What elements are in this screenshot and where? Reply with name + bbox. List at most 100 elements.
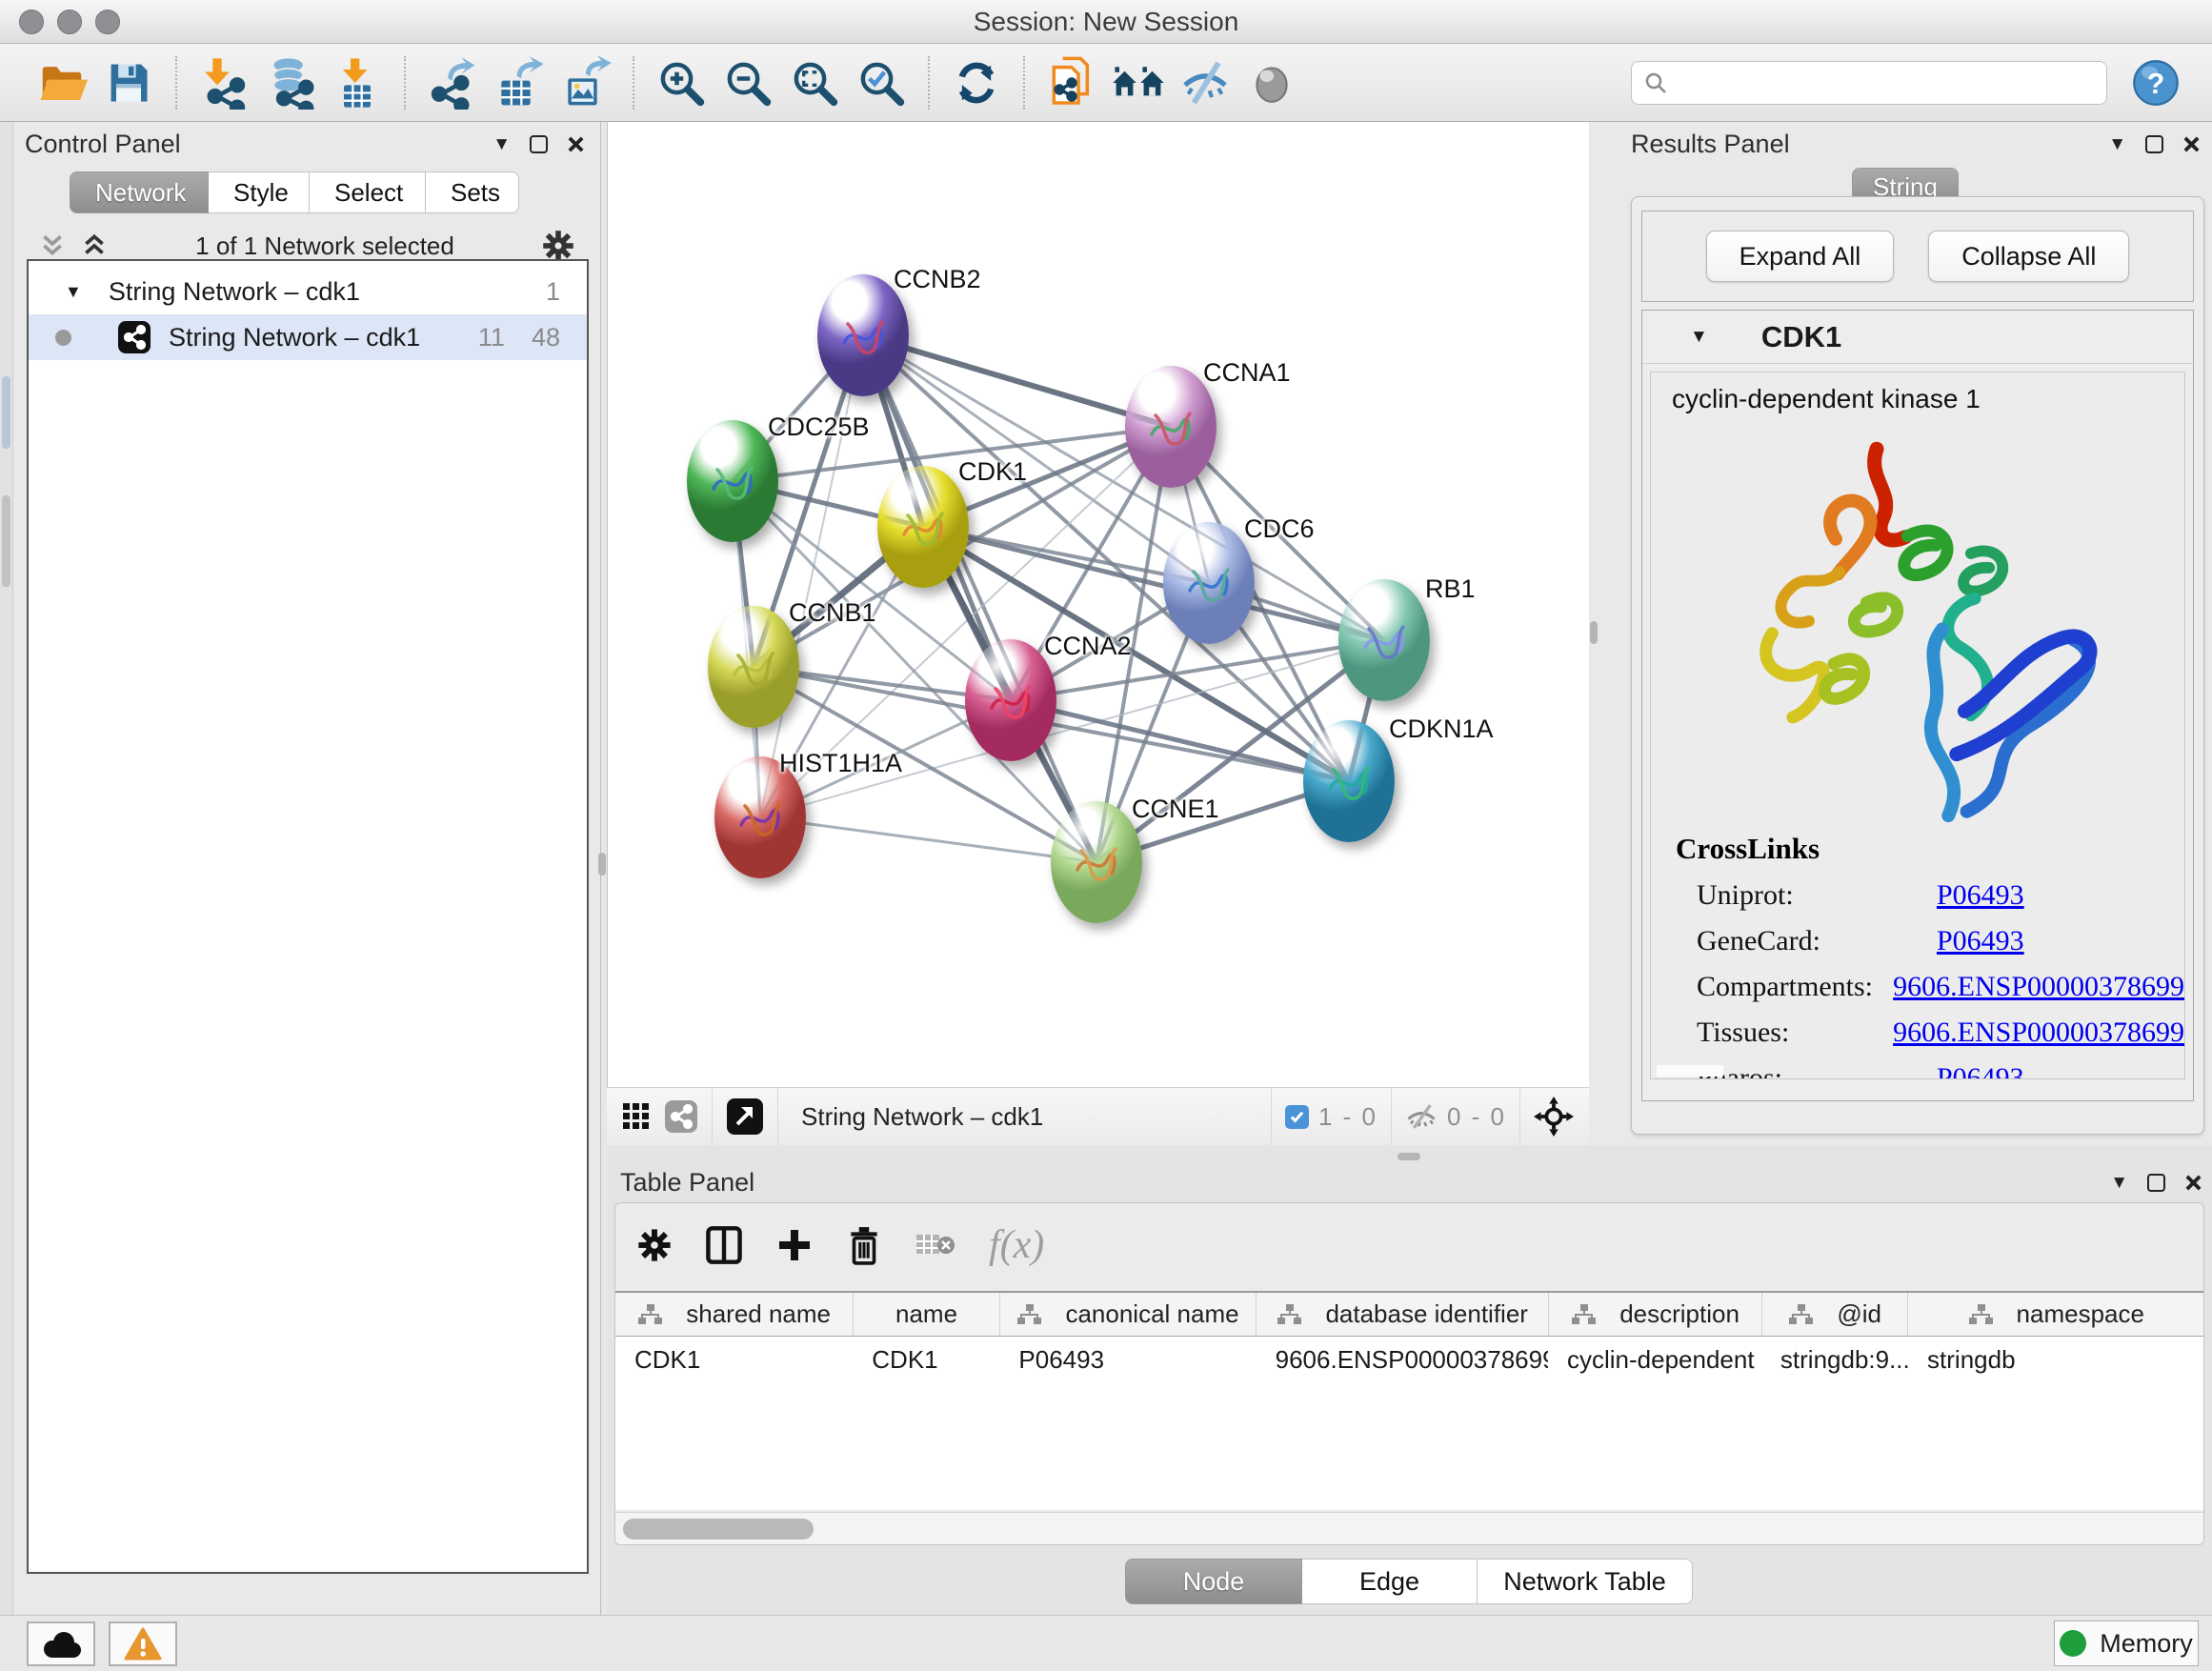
column-header-name[interactable]: name [853, 1293, 999, 1336]
selected-nodes-checkbox[interactable] [1285, 1105, 1309, 1129]
help-button[interactable]: ? [2128, 55, 2183, 111]
zoom-selected-button[interactable] [854, 55, 909, 111]
crosslink-link[interactable]: P06493 [1937, 879, 2024, 912]
birds-eye-view-icon[interactable] [664, 1099, 698, 1134]
gene-section-header[interactable]: ▼ CDK1 [1642, 311, 2193, 364]
zoom-in-button[interactable] [654, 55, 709, 111]
delete-column-icon[interactable] [846, 1225, 882, 1265]
table-horizontal-scrollbar[interactable] [615, 1512, 2203, 1544]
cloud-status-button[interactable] [27, 1621, 95, 1666]
tab-sets[interactable]: Sets [426, 171, 519, 213]
hidden-eye-slash-icon[interactable] [1405, 1102, 1438, 1131]
tab-network-table[interactable]: Network Table [1478, 1559, 1693, 1604]
collapse-section-icon[interactable]: ▼ [1690, 327, 1708, 348]
minimize-window-button[interactable] [57, 10, 82, 34]
crosslink-link[interactable]: P06493 [1937, 925, 2024, 957]
apply-function-icon[interactable]: f(x) [989, 1222, 1044, 1268]
show-columns-icon[interactable] [705, 1225, 743, 1265]
export-table-button[interactable] [492, 55, 547, 111]
cell-namespace[interactable]: stringdb [1908, 1337, 2203, 1382]
network-node-cdc25b[interactable] [687, 420, 778, 542]
column-header-namespace[interactable]: namespace [1907, 1293, 2203, 1336]
tab-edge-table[interactable]: Edge Table [1302, 1559, 1478, 1604]
column-header-description[interactable]: description [1548, 1293, 1761, 1336]
warnings-button[interactable] [109, 1621, 177, 1666]
float-panel-icon[interactable] [2145, 135, 2163, 153]
close-panel-icon[interactable] [2184, 1174, 2202, 1192]
import-network-from-database-button[interactable] [263, 55, 318, 111]
hide-selected-button[interactable] [1177, 55, 1233, 111]
save-session-button[interactable] [101, 55, 156, 111]
search-box[interactable] [1631, 61, 2107, 105]
network-node-cdc6[interactable] [1163, 522, 1255, 644]
network-edges[interactable] [608, 122, 1590, 1087]
zoom-window-button[interactable] [95, 10, 120, 34]
refresh-view-button[interactable] [949, 55, 1004, 111]
collapse-panel-icon[interactable]: ▼ [2108, 134, 2126, 155]
network-node-ccne1[interactable] [1051, 801, 1142, 923]
network-node-cdkn1a[interactable] [1303, 720, 1395, 842]
network-view-canvas[interactable]: CCNB2CCNA1CDC25BCDK1CDC6RB1CCNB1CCNA2CDK… [607, 122, 1589, 1087]
expand-all-button[interactable]: Expand All [1706, 231, 1895, 282]
network-edge[interactable] [863, 335, 1171, 427]
network-edge[interactable] [760, 335, 863, 817]
tab-network[interactable]: Network [70, 171, 209, 213]
import-network-from-file-button[interactable] [196, 55, 251, 111]
clone-network-button[interactable] [1044, 55, 1099, 111]
splitter-grip[interactable] [1590, 621, 1598, 644]
network-edge[interactable] [863, 335, 1096, 862]
network-edge[interactable] [760, 817, 1096, 862]
column-header-id[interactable]: @id [1761, 1293, 1908, 1336]
collapse-panel-icon[interactable]: ▼ [2110, 1173, 2128, 1194]
cell-shared-name[interactable]: CDK1 [615, 1337, 853, 1382]
network-node-ccnb1[interactable] [708, 606, 799, 728]
tab-node-table[interactable]: Node Table [1125, 1559, 1302, 1604]
zoom-out-button[interactable] [720, 55, 775, 111]
create-column-icon[interactable] [775, 1226, 814, 1264]
cell-description[interactable]: cyclin-dependent ... [1548, 1337, 1761, 1382]
column-settings-gear-icon[interactable] [636, 1227, 673, 1263]
expand-all-chevron-icon[interactable] [80, 232, 109, 260]
show-all-button[interactable] [1244, 55, 1299, 111]
float-panel-icon[interactable] [530, 135, 548, 153]
open-session-button[interactable] [34, 55, 90, 111]
show-home-panels-button[interactable] [1111, 55, 1166, 111]
column-header-database-identifier[interactable]: database identifier [1256, 1293, 1548, 1336]
collapse-all-chevron-icon[interactable] [38, 232, 67, 260]
tab-style[interactable]: Style [209, 171, 310, 213]
collapse-all-button[interactable]: Collapse All [1928, 231, 2129, 282]
splitter-grip[interactable] [598, 853, 606, 876]
export-image-button[interactable] [558, 55, 613, 111]
network-node-cdk1[interactable] [877, 466, 969, 588]
close-window-button[interactable] [19, 10, 44, 34]
network-node-ccna2[interactable] [965, 639, 1056, 761]
crosslink-link[interactable]: 9606.ENSP00000378699 [1893, 1017, 2184, 1049]
search-input[interactable] [1668, 64, 2095, 102]
node-table[interactable]: shared name name canonical name [615, 1291, 2203, 1510]
export-network-button[interactable] [425, 55, 480, 111]
results-scrollbar[interactable] [1657, 1065, 1723, 1077]
collapse-panel-icon[interactable]: ▼ [493, 134, 511, 155]
detach-view-icon[interactable] [726, 1097, 764, 1136]
table-row[interactable]: CDK1 CDK1 P06493 9606.ENSP00000378699 cy… [615, 1337, 2203, 1382]
close-panel-icon[interactable] [567, 135, 585, 153]
cell-id[interactable]: stringdb:9... [1761, 1337, 1908, 1382]
network-node-rb1[interactable] [1338, 579, 1430, 701]
zoom-fit-content-button[interactable] [787, 55, 842, 111]
crosslink-link[interactable]: P06493 [1937, 1062, 2024, 1079]
close-panel-icon[interactable] [2182, 135, 2201, 153]
float-panel-icon[interactable] [2147, 1174, 2165, 1192]
tab-select[interactable]: Select [310, 171, 426, 213]
network-options-gear-icon[interactable] [541, 229, 575, 263]
crosslink-link[interactable]: 9606.ENSP00000378699 [1893, 971, 2184, 1003]
scrollbar-thumb[interactable] [623, 1519, 814, 1540]
splitter-grip[interactable] [1398, 1153, 1420, 1160]
cell-canonical-name[interactable]: P06493 [999, 1337, 1256, 1382]
cell-database-identifier[interactable]: 9606.ENSP00000378699 [1257, 1337, 1548, 1382]
pan-crosshair-icon[interactable] [1534, 1097, 1574, 1137]
column-header-shared-name[interactable]: shared name [615, 1293, 853, 1336]
show-grid-icon[interactable] [622, 1102, 651, 1131]
import-table-button[interactable] [330, 55, 385, 111]
memory-button[interactable]: Memory [2054, 1621, 2199, 1666]
network-row-selected[interactable]: String Network – cdk1 11 48 [29, 314, 587, 360]
